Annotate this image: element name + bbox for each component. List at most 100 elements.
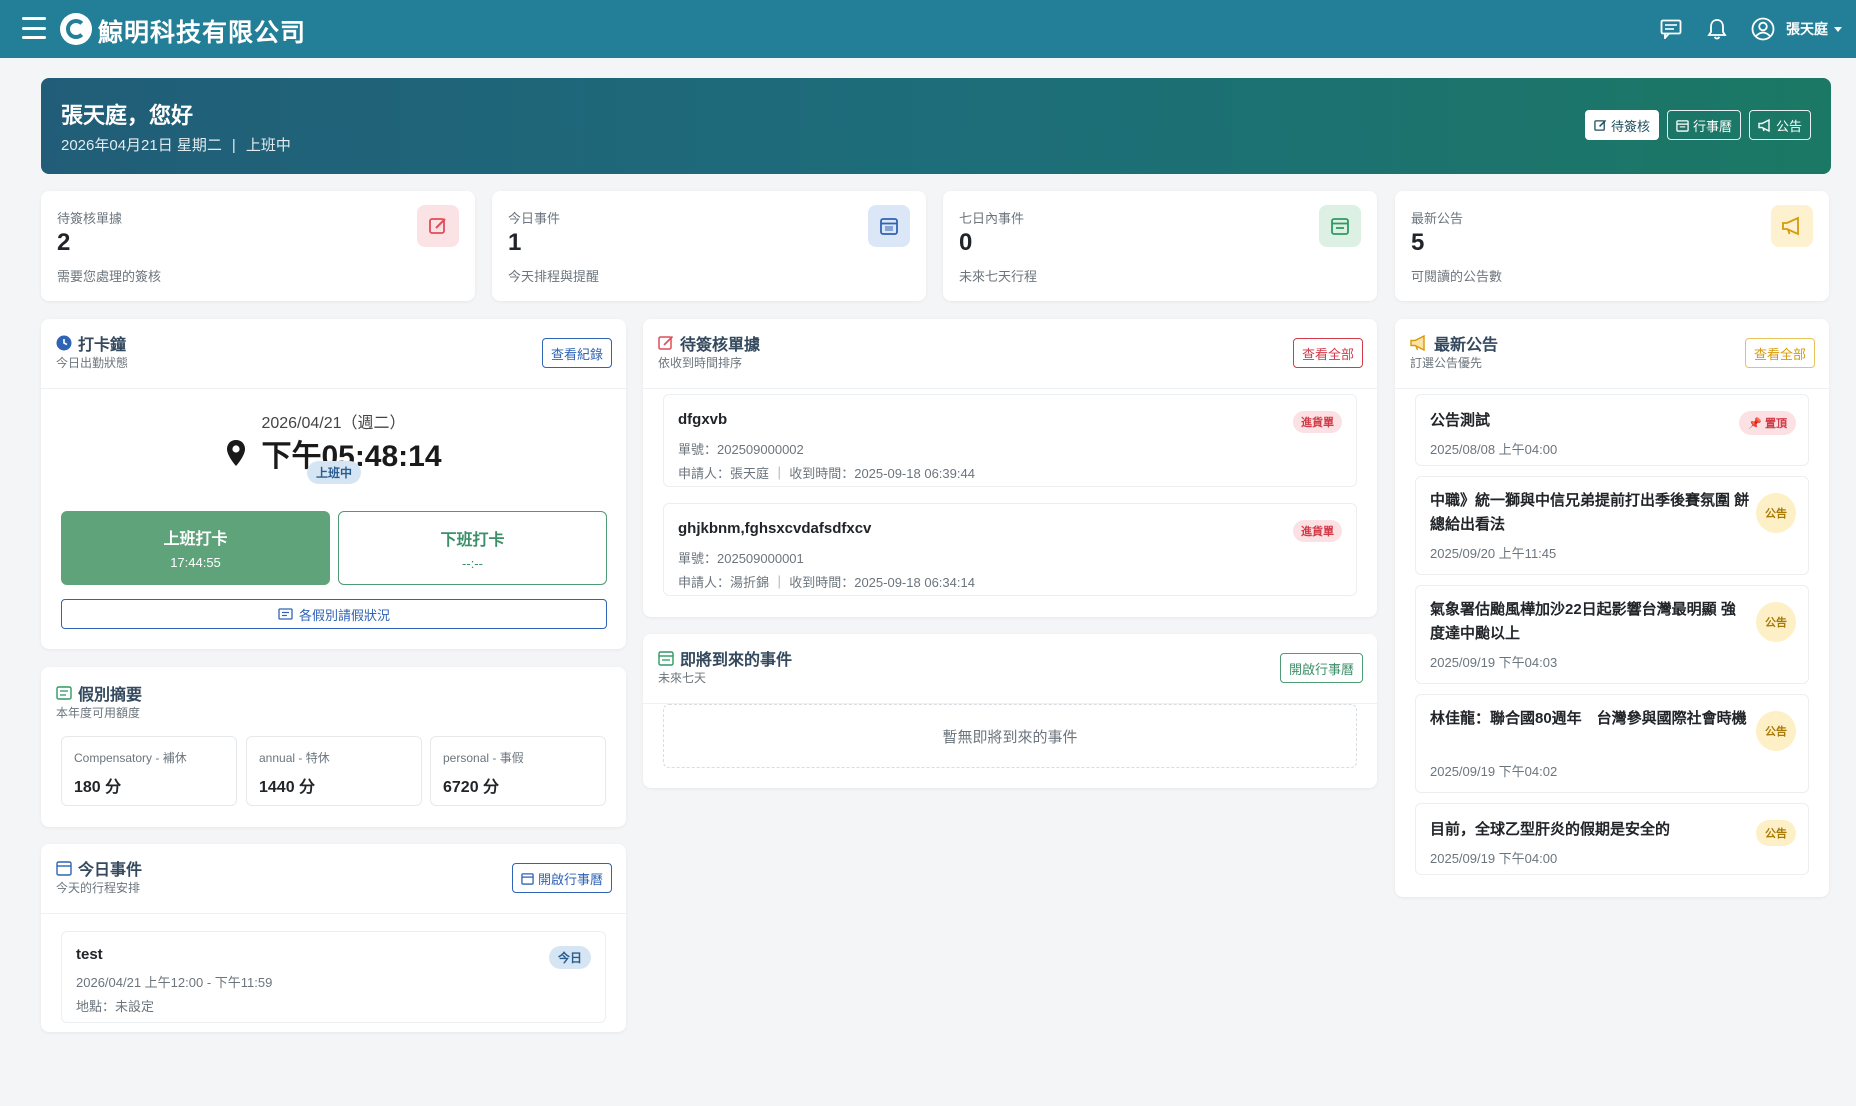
pending-item-number: 單號：202509000001 [678,551,804,566]
doc-type-badge: 進貨單 [1293,411,1342,433]
stat-subtext: 未來七天行程 [959,269,1038,284]
announcement-date: 2025/09/19 下午04:03 [1430,655,1558,670]
announcement-item[interactable]: 公告測試 2025/08/08 上午04:00 📌 置頂 [1415,394,1809,466]
pending-approvals-subtitle: 依收到時間排序 [658,356,743,370]
doc-type-badge: 進貨單 [1293,520,1342,542]
event-item[interactable]: test 2026/04/21 上午12:00 - 下午11:59 地點：未設定… [61,931,606,1023]
leave-quota-annual: annual - 特休 1440 分 [246,736,422,806]
announcement-item[interactable]: 林佳龍：聯合國80週年 台灣參與國際社會時機 2025/09/19 下午04:0… [1415,694,1809,793]
date-separator: | [231,137,236,154]
event-location: 地點：未設定 [76,999,155,1014]
announcement-item[interactable]: 目前，全球乙型肝炎的假期是安全的 2025/09/19 下午04:00 公告 [1415,803,1809,875]
pencil-square-icon [1594,119,1607,131]
upcoming-events-subtitle: 未來七天 [658,671,707,685]
bell-icon[interactable] [1704,16,1730,42]
menu-toggle-icon[interactable] [22,17,46,39]
announcements-subtitle: 訂選公告優先 [1410,356,1483,370]
stat-subtext: 今天排程與提醒 [508,269,600,284]
pending-approvals-card: 待簽核單據 依收到時間排序 查看全部 dfgxvb 單號：20250900000… [643,319,1377,617]
upcoming-events-title: 即將到來的事件 [658,646,792,670]
announcements-title: 最新公告 [1410,331,1498,355]
stat-value: 0 [959,229,973,256]
messages-icon[interactable] [1658,16,1684,42]
announcement-title: 氣象署估颱風樺加沙22日起影響台灣最明顯 強度達中颱以上 [1430,601,1736,642]
pending-item-meta: 申請人：湯折錦 ｜ 收到時間：2025-09-18 06:34:14 [678,575,975,590]
announcement-badge: 公告 [1756,820,1796,846]
stat-subtext: 需要您處理的簽核 [57,269,162,284]
empty-state: 暫無即將到來的事件 [663,704,1357,768]
stat-label: 七日內事件 [959,211,1025,226]
user-avatar-icon[interactable] [1750,16,1776,42]
clock-card-subtitle: 今日出勤狀態 [56,356,129,370]
calendar-icon [1676,119,1689,132]
location-pin-icon [227,440,246,466]
announcements-button[interactable]: 公告 [1748,110,1811,140]
greeting-title: 張天庭，您好 [61,103,194,128]
chevron-down-icon[interactable] [1834,26,1842,32]
pending-approvals-title: 待簽核單據 [658,331,760,355]
pending-approvals-button[interactable]: 待簽核 [1584,110,1659,140]
pending-item-meta: 申請人：張天庭 ｜ 收到時間：2025-09-18 06:39:44 [678,466,975,481]
card-icon [278,608,293,620]
pending-item[interactable]: dfgxvb 單號：202509000002 申請人：張天庭 ｜ 收到時間：20… [663,394,1357,487]
megaphone-icon [1758,118,1770,132]
leave-quota-personal: personal - 事假 6720 分 [430,736,606,806]
work-status-text: 上班中 [245,137,291,154]
today-events-subtitle: 今天的行程安排 [56,881,141,895]
work-status-badge: 上班中 [307,461,362,484]
user-menu-name[interactable]: 張天庭 [1786,19,1828,39]
stat-value: 2 [57,229,71,256]
pin-icon: 📌 [1748,418,1762,430]
company-name: 鯨明科技有限公司 [98,19,307,47]
today-events-title: 今日事件 [56,856,142,880]
pending-item-title: ghjkbnm,fghsxcvdafsdfxcv [678,520,872,537]
leave-status-button[interactable]: 各假別請假狀況 [61,599,607,629]
announcement-date: 2025/09/19 下午04:02 [1430,764,1558,779]
announcement-item[interactable]: 氣象署估颱風樺加沙22日起影響台灣最明顯 強度達中颱以上 2025/09/19 … [1415,585,1809,684]
open-calendar-button[interactable]: 開啟行事曆 [1279,653,1363,683]
stat-card-week-events[interactable]: 七日內事件 0 未來七天行程 [943,191,1377,301]
view-all-announcements-button[interactable]: 查看全部 [1744,338,1815,368]
clock-icon [56,335,72,351]
announcement-title: 公告測試 [1430,412,1491,429]
announcement-item[interactable]: 中職》統一獅與中信兄弟提前打出季後賽氛圍 餅總給出看法 2025/09/20 上… [1415,476,1809,575]
stat-label: 待簽核單據 [57,211,123,226]
clock-in-button[interactable]: 上班打卡 17:44:55 [61,511,330,585]
stat-subtext: 可閱讀的公告數 [1411,269,1503,284]
stat-card-today-events[interactable]: 今日事件 1 今天排程與提醒 [492,191,926,301]
company-logo [60,13,92,45]
announcement-date: 2025/09/19 下午04:00 [1430,851,1558,866]
view-records-button[interactable]: 查看紀錄 [541,338,612,368]
event-title: test [76,946,103,963]
announcement-date: 2025/09/20 上午11:45 [1430,546,1557,561]
clock-card: 打卡鐘 今日出勤狀態 查看紀錄 2026/04/21（週二） 下午05:48:1… [41,319,626,649]
calendar-week-icon [658,651,674,666]
announcement-badge: 公告 [1756,602,1796,642]
pencil-square-icon [417,205,459,247]
today-badge: 今日 [548,946,591,969]
megaphone-icon [1771,205,1813,247]
upcoming-events-card: 即將到來的事件 未來七天 開啟行事曆 暫無即將到來的事件 [643,634,1377,788]
pending-item-title: dfgxvb [678,411,728,428]
announcements-card: 最新公告 訂選公告優先 查看全部 公告測試 2025/08/08 上午04:00… [1395,319,1829,897]
pending-item-number: 單號：202509000002 [678,442,804,457]
calendar-day-icon [868,205,910,247]
announcement-title: 林佳龍：聯合國80週年 台灣參與國際社會時機 [1430,710,1747,727]
announcement-date: 2025/08/08 上午04:00 [1430,442,1558,457]
clock-out-button[interactable]: 下班打卡 --:-- [338,511,607,585]
announcement-badge: 公告 [1756,711,1796,751]
open-calendar-button[interactable]: 開啟行事曆 [511,863,612,893]
stat-value: 1 [508,229,522,256]
stat-label: 最新公告 [1411,211,1464,226]
calendar-icon [521,872,534,885]
calendar-button[interactable]: 行事曆 [1666,110,1741,140]
stat-card-announcements[interactable]: 最新公告 5 可閱讀的公告數 [1395,191,1829,301]
view-all-pending-button[interactable]: 查看全部 [1292,338,1363,368]
announcement-title: 目前，全球乙型肝炎的假期是安全的 [1430,821,1671,838]
clock-out-label: 下班打卡 [440,532,505,549]
pending-item[interactable]: ghjkbnm,fghsxcvdafsdfxcv 單號：202509000001… [663,503,1357,596]
leave-summary-card: 假別摘要 本年度可用額度 Compensatory - 補休 180 分 ann… [41,667,626,827]
calendar-icon [56,861,72,876]
stat-card-pending[interactable]: 待簽核單據 2 需要您處理的簽核 [41,191,475,301]
clock-out-time: --:-- [462,556,483,571]
